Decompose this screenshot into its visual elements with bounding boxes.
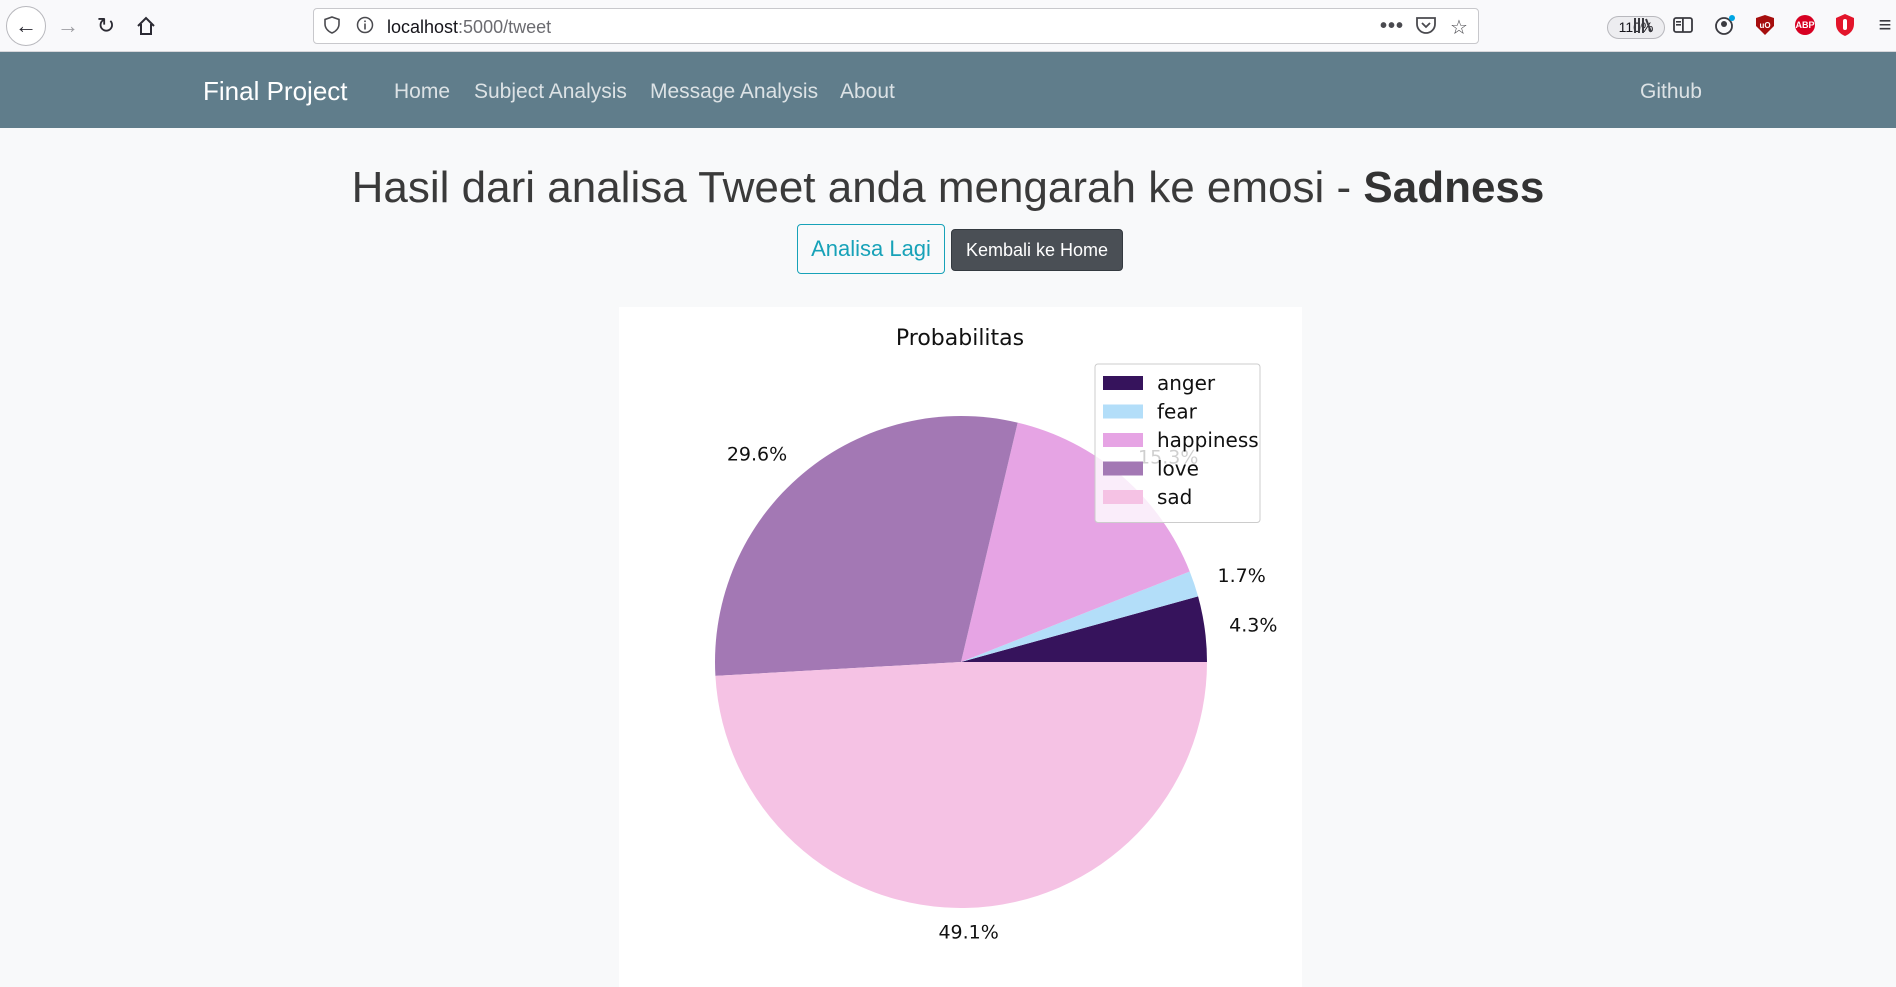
library-icon[interactable] <box>1630 12 1656 38</box>
nav-link-home[interactable]: Home <box>394 80 450 104</box>
pie-label-fear: 1.7% <box>1218 565 1266 587</box>
brand-link[interactable]: Final Project <box>203 76 348 107</box>
shield-icon[interactable] <box>324 16 340 39</box>
back-home-button[interactable]: Kembali ke Home <box>951 229 1123 271</box>
result-heading-prefix: Hasil dari analisa Tweet anda mengarah k… <box>351 163 1364 212</box>
legend-label-anger: anger <box>1157 371 1216 395</box>
home-icon[interactable] <box>128 8 164 44</box>
more-icon[interactable]: ••• <box>1380 15 1404 38</box>
chart-legend: anger fear happiness love sad <box>1094 363 1261 523</box>
url-host: localhost <box>387 17 459 37</box>
nav-link-subject-analysis[interactable]: Subject Analysis <box>474 80 627 104</box>
info-icon[interactable] <box>356 16 374 39</box>
legend-swatch-love <box>1103 461 1143 476</box>
nav-link-about[interactable]: About <box>840 80 895 104</box>
url-path: :5000/tweet <box>458 17 552 37</box>
browser-toolbar: ← → ↻ localhost:5000/tweet 110% ••• ☆ uO… <box>0 0 1896 52</box>
legend-swatch-anger <box>1103 376 1143 390</box>
pie-label-sad: 49.1% <box>938 921 998 943</box>
back-arrow-icon[interactable]: ← <box>6 6 46 46</box>
url-bar[interactable]: localhost:5000/tweet 110% ••• ☆ <box>313 8 1665 44</box>
legend-swatch-happiness <box>1103 433 1143 447</box>
opera-shield-icon[interactable] <box>1832 12 1858 38</box>
chart-title: Probabilitas <box>896 326 1024 351</box>
ublock-icon[interactable]: uO <box>1752 12 1778 38</box>
account-icon[interactable] <box>1712 12 1738 38</box>
nav-link-message-analysis[interactable]: Message Analysis <box>650 80 818 104</box>
pie-label-anger: 4.3% <box>1229 615 1277 637</box>
legend-swatch-sad <box>1103 490 1143 504</box>
result-heading: Hasil dari analisa Tweet anda mengarah k… <box>0 163 1896 213</box>
legend-label-happiness: happiness <box>1157 428 1259 452</box>
site-navbar: Final Project Home Subject Analysis Mess… <box>0 52 1896 128</box>
legend-label-sad: sad <box>1157 485 1192 509</box>
url-text[interactable]: localhost:5000/tweet <box>387 17 551 38</box>
legend-label-fear: fear <box>1157 400 1198 424</box>
result-emotion: Sadness <box>1363 163 1545 212</box>
forward-arrow-icon[interactable]: → <box>50 8 86 44</box>
nav-link-github[interactable]: Github <box>1640 80 1702 104</box>
probability-chart: Probabilitas 4.3%1.7%15.3%29.6%49.1% ang… <box>619 307 1302 987</box>
reload-icon[interactable]: ↻ <box>88 8 124 44</box>
analyze-again-button[interactable]: Analisa Lagi <box>797 224 945 274</box>
star-icon[interactable]: ☆ <box>1450 15 1468 40</box>
legend-swatch-fear <box>1103 404 1143 419</box>
menu-icon[interactable]: ≡ <box>1872 12 1896 38</box>
pie-label-love: 29.6% <box>727 444 787 466</box>
sidebar-icon[interactable] <box>1670 12 1696 38</box>
abp-icon[interactable]: ABP <box>1792 12 1818 38</box>
legend-label-love: love <box>1157 457 1199 481</box>
pie-slice-sad <box>715 662 1207 908</box>
pocket-icon[interactable] <box>1415 15 1437 41</box>
pie-chart-svg: Probabilitas 4.3%1.7%15.3%29.6%49.1% ang… <box>715 326 1277 943</box>
